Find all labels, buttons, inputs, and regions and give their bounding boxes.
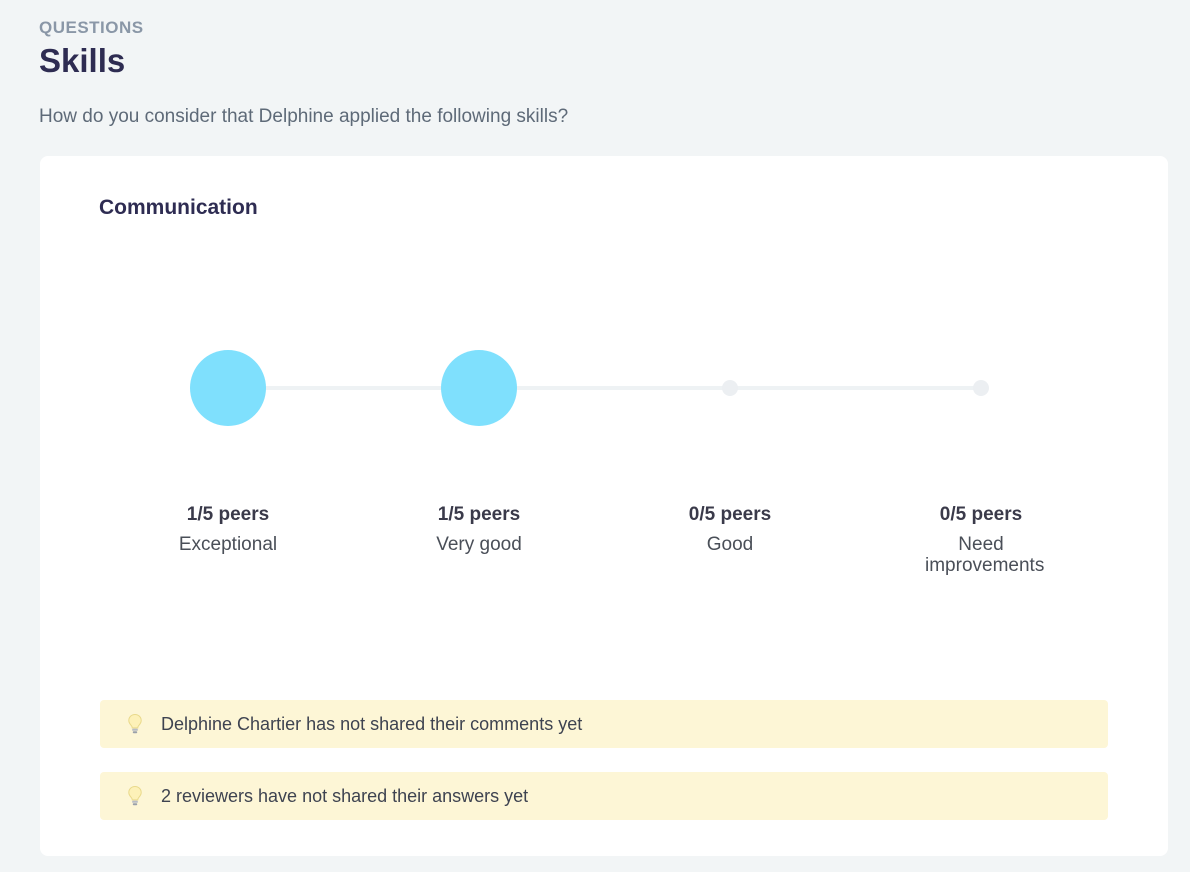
comments-pending-notice: Delphine Chartier has not shared their c…: [100, 700, 1108, 748]
level-node-need-improvements: [973, 380, 989, 396]
level-node-very-good: [441, 350, 517, 426]
notice-text: 2 reviewers have not shared their answer…: [161, 785, 529, 806]
section-eyebrow: QUESTIONS: [39, 18, 144, 37]
lightbulb-icon: [124, 710, 146, 738]
level-peer-count: 1/5 peers: [186, 504, 270, 525]
level-label: Very good: [436, 534, 522, 555]
level-very-good: 1/5 peers Very good: [379, 504, 579, 555]
level-need-improvements: 0/5 peers Need improvements: [881, 504, 1081, 576]
answers-pending-notice: 2 reviewers have not shared their answer…: [100, 772, 1108, 820]
level-label: Exceptional: [178, 534, 278, 555]
level-peer-count: 0/5 peers: [939, 504, 1023, 525]
level-node-good: [722, 380, 738, 396]
level-node-exceptional: [190, 350, 266, 426]
level-peer-count: 0/5 peers: [688, 504, 772, 525]
level-label: Need improvements: [925, 534, 1045, 576]
skill-card: Communication 1/5 peers Exceptional 1/5 …: [40, 156, 1168, 856]
notice-text: Delphine Chartier has not shared their c…: [161, 713, 583, 734]
page-title: Skills: [39, 42, 126, 79]
level-good: 0/5 peers Good: [630, 504, 830, 555]
rating-scale: 1/5 peers Exceptional 1/5 peers Very goo…: [40, 156, 1168, 856]
question-text: How do you consider that Delphine applie…: [39, 106, 569, 127]
level-label: Good: [706, 534, 754, 555]
skills-question-page: QUESTIONS Skills How do you consider tha…: [0, 0, 1190, 872]
lightbulb-icon: [124, 782, 146, 810]
scale-track: [228, 386, 980, 390]
level-peer-count: 1/5 peers: [437, 504, 521, 525]
level-exceptional: 1/5 peers Exceptional: [128, 504, 328, 555]
